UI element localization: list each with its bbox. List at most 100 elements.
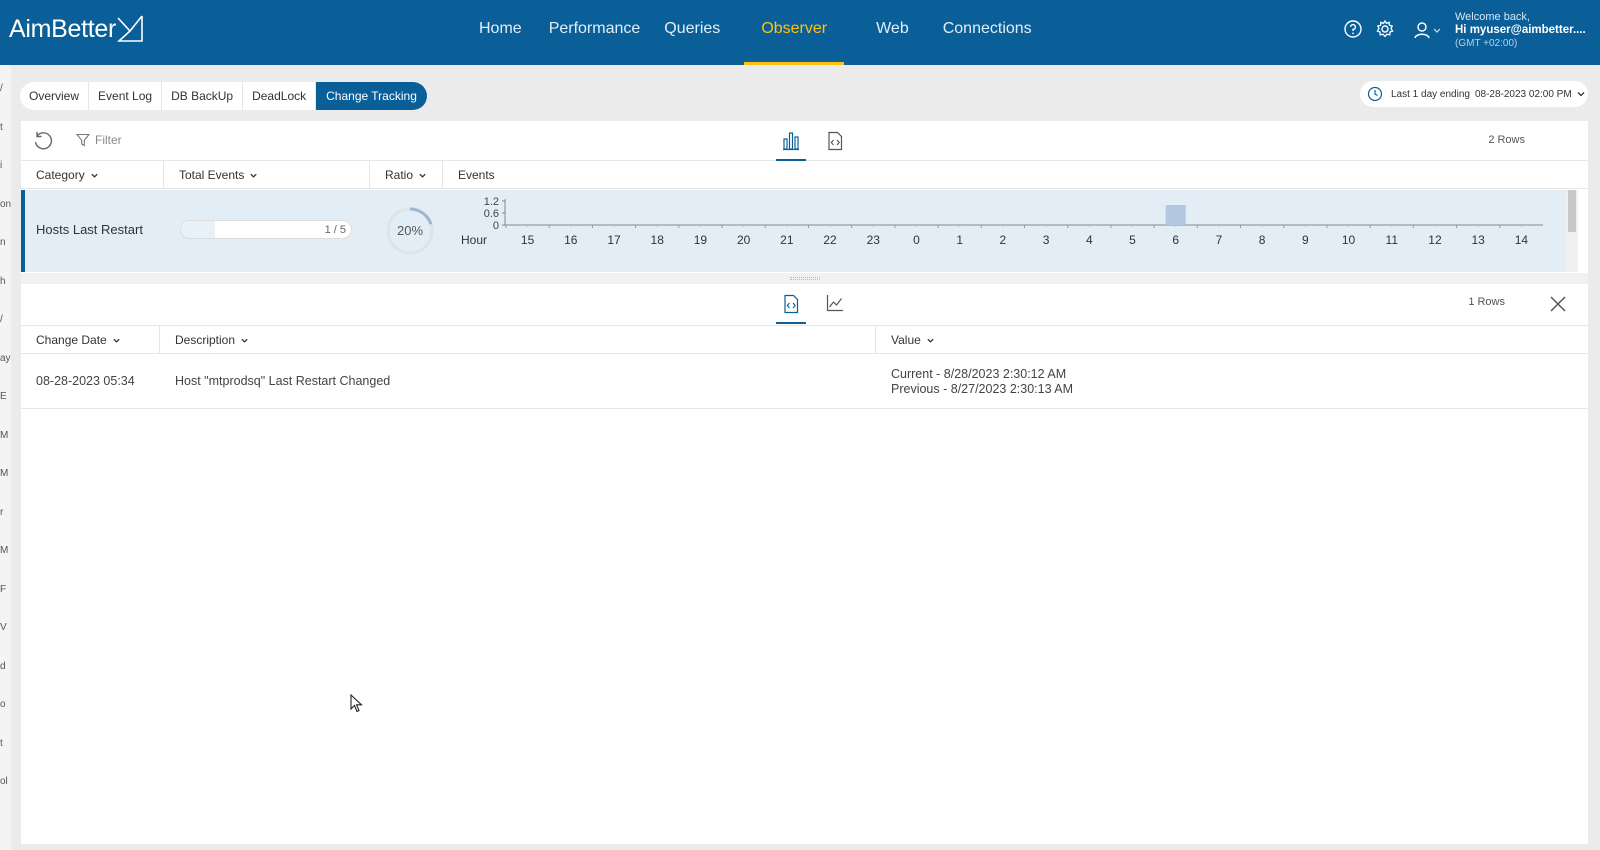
- y-tick-label: 1.2: [484, 196, 499, 208]
- sidebar-item-truncated[interactable]: d: [0, 661, 11, 672]
- sidebar-item-truncated[interactable]: M: [0, 430, 11, 441]
- sidebar-item-truncated[interactable]: i: [0, 160, 11, 171]
- close-icon[interactable]: [1550, 296, 1566, 317]
- code-view-icon[interactable]: [776, 292, 806, 324]
- progress-fill: [181, 221, 215, 238]
- sidebar-item-truncated[interactable]: o: [0, 699, 11, 710]
- logo-text: AimBetter: [9, 14, 117, 43]
- user-icon: [1414, 22, 1430, 39]
- detail-rows-count: 1 Rows: [1468, 296, 1505, 308]
- gear-icon[interactable]: [1374, 18, 1396, 40]
- sidebar-item-truncated[interactable]: M: [0, 545, 11, 556]
- logo-mark-icon: [116, 15, 143, 42]
- sidebar-item-truncated[interactable]: h: [0, 276, 11, 287]
- chart-view-icon[interactable]: [776, 129, 806, 161]
- help-icon[interactable]: [1342, 18, 1364, 40]
- column-value[interactable]: Value: [876, 326, 1176, 354]
- summary-panel: Filter 2 Rows Category Total Events Rati…: [21, 121, 1588, 273]
- column-total-events[interactable]: Total Events: [164, 161, 370, 189]
- time-range-label: Last 1 day ending: [1391, 88, 1470, 100]
- x-tick-label: 13: [1472, 233, 1486, 247]
- chevron-down-icon: [91, 173, 98, 178]
- nav-home[interactable]: Home: [466, 0, 537, 65]
- column-value-label: Value: [891, 333, 921, 347]
- sidebar-item-truncated[interactable]: F: [0, 584, 11, 595]
- panel-splitter[interactable]: [21, 273, 1588, 284]
- aimbetter-logo[interactable]: AimBetter: [9, 14, 144, 44]
- top-icons: [1342, 18, 1396, 40]
- summary-toolbar: Filter 2 Rows: [21, 121, 1588, 161]
- nav-queries[interactable]: Queries: [652, 0, 744, 65]
- sidebar-item-truncated[interactable]: ol: [0, 776, 11, 787]
- filter-button[interactable]: Filter: [76, 133, 122, 147]
- tab-deadlock[interactable]: DeadLock: [243, 82, 317, 110]
- x-tick-label: 10: [1342, 233, 1356, 247]
- tab-event-log[interactable]: Event Log: [89, 82, 163, 110]
- tab-overview[interactable]: Overview: [20, 82, 90, 110]
- summary-scrollbar[interactable]: [1568, 190, 1576, 232]
- splitter-grip: [789, 277, 820, 280]
- x-tick-label: 22: [823, 233, 837, 247]
- tab-change-tracking[interactable]: Change Tracking: [316, 82, 427, 110]
- nav-connections[interactable]: Connections: [925, 0, 1044, 65]
- x-tick-label: 20: [737, 233, 751, 247]
- chevron-down-icon: [927, 338, 934, 343]
- x-tick-label: 16: [564, 233, 578, 247]
- sidebar-item-truncated[interactable]: t: [0, 122, 11, 133]
- refresh-icon[interactable]: [32, 130, 54, 157]
- sidebar-item-truncated[interactable]: /: [0, 83, 11, 94]
- x-tick-label: 9: [1302, 233, 1309, 247]
- column-ratio[interactable]: Ratio: [370, 161, 443, 189]
- sidebar-item-truncated[interactable]: M: [0, 468, 11, 479]
- column-change-date[interactable]: Change Date: [21, 326, 160, 354]
- y-tick-label: 0: [493, 220, 499, 232]
- total-events-progress: 1 / 5: [180, 220, 352, 239]
- change-date-cell: 08-28-2023 05:34: [36, 374, 135, 388]
- chevron-down-icon: [419, 173, 426, 178]
- mouse-cursor: [350, 693, 364, 719]
- tab-db-backup[interactable]: DB BackUp: [162, 82, 244, 110]
- nav-web[interactable]: Web: [844, 0, 925, 65]
- x-tick-label: 17: [607, 233, 621, 247]
- x-tick-label: 2: [1000, 233, 1007, 247]
- sidebar-item-truncated[interactable]: r: [0, 507, 11, 518]
- column-events: Events: [443, 161, 643, 189]
- top-navigation-bar: AimBetter Home Performance Queries Obser…: [0, 0, 1600, 65]
- time-range-value: 08-28-2023 02:00 PM: [1474, 88, 1572, 100]
- sidebar-item-truncated[interactable]: /: [0, 314, 11, 325]
- code-view-icon[interactable]: [820, 129, 850, 161]
- column-description[interactable]: Description: [160, 326, 876, 354]
- summary-rows-count: 2 Rows: [1488, 134, 1525, 146]
- line-chart-icon[interactable]: [820, 292, 850, 324]
- sidebar-item-truncated[interactable]: ay: [0, 353, 11, 364]
- nav-observer[interactable]: Observer: [744, 0, 844, 65]
- nav-performance[interactable]: Performance: [537, 0, 653, 65]
- sidebar-item-truncated[interactable]: V: [0, 622, 11, 633]
- column-ratio-label: Ratio: [385, 168, 414, 182]
- total-events-text: 1 / 5: [324, 224, 346, 236]
- sidebar-item-truncated[interactable]: n: [0, 237, 11, 248]
- y-tick-label: 0.6: [484, 208, 499, 220]
- sidebar-item-truncated[interactable]: t: [0, 738, 11, 749]
- x-tick-label: 18: [651, 233, 665, 247]
- user-menu[interactable]: [1412, 20, 1442, 40]
- column-category[interactable]: Category: [21, 161, 164, 189]
- time-range-selector[interactable]: Last 1 day ending 08-28-2023 02:00 PM: [1360, 81, 1588, 107]
- detail-panel: 1 Rows Change Date Description Value 08-…: [21, 284, 1588, 844]
- ratio-value: 20%: [396, 223, 424, 238]
- sidebar-item-truncated[interactable]: E: [0, 391, 11, 402]
- x-tick-label: 8: [1259, 233, 1266, 247]
- x-tick-label: 19: [694, 233, 708, 247]
- x-tick-label: 15: [521, 233, 535, 247]
- chevron-down-icon: [241, 338, 248, 343]
- sidebar-item-truncated[interactable]: on: [0, 199, 11, 210]
- column-description-label: Description: [175, 333, 236, 347]
- x-axis-label: Hour: [461, 233, 487, 247]
- table-row[interactable]: Hosts Last Restart 1 / 5 20% 1.2 0.6 0 Hour…: [21, 190, 1578, 272]
- column-category-label: Category: [36, 168, 85, 182]
- summary-table-header: Category Total Events Ratio Events: [21, 161, 1588, 189]
- detail-toolbar: 1 Rows: [21, 284, 1588, 326]
- table-row[interactable]: 08-28-2023 05:34 Host "mtprodsq" Last Re…: [21, 355, 1588, 409]
- column-total-events-label: Total Events: [179, 168, 245, 182]
- x-tick-label: 12: [1428, 233, 1442, 247]
